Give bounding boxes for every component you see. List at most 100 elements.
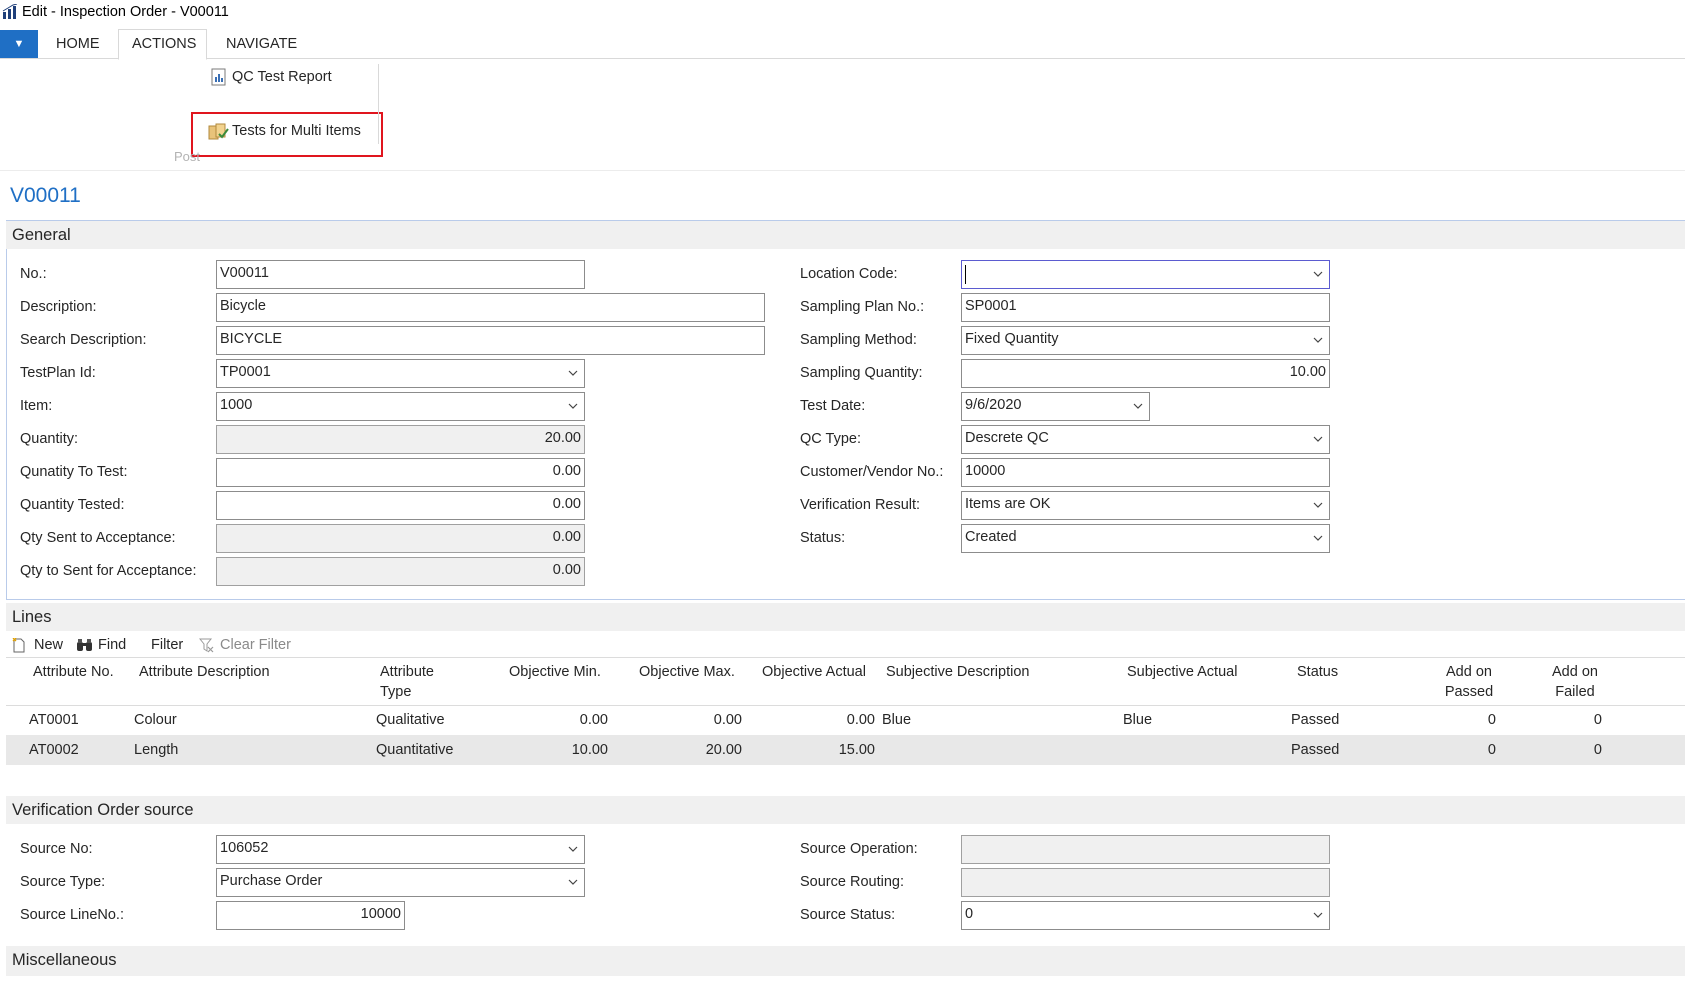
qc-type-value: Descrete QC — [965, 430, 1049, 446]
qty-tested-field[interactable]: 0.00 — [216, 491, 585, 520]
source-type-label: Source Type: — [20, 874, 106, 890]
sampling-method-dropdown[interactable]: Fixed Quantity — [961, 326, 1330, 355]
search-description-label: Search Description: — [20, 332, 147, 348]
cell-objective-actual: 0.00 — [846, 712, 875, 728]
cell-objective-max: 0.00 — [713, 712, 742, 728]
col-attribute-type-line2: Type — [380, 684, 412, 700]
qc-type-dropdown[interactable]: Descrete QC — [961, 425, 1330, 454]
verification-source-section-header[interactable]: Verification Order source — [6, 796, 1685, 824]
cell-objective-min: 10.00 — [571, 742, 608, 758]
col-objective-actual[interactable]: Objective Actual — [762, 662, 866, 682]
col-status[interactable]: Status — [1297, 662, 1338, 682]
filter-button[interactable]: Filter — [151, 637, 183, 653]
app-chart-icon — [2, 4, 18, 20]
cell-attribute-type: Quantitative — [376, 742, 454, 758]
new-label: New — [34, 637, 64, 653]
page-title: V00011 — [10, 184, 81, 207]
miscellaneous-section-header[interactable]: Miscellaneous — [6, 946, 1685, 976]
col-add-on-failed-line1: Add on — [1552, 664, 1598, 680]
testplan-id-dropdown[interactable]: TP0001 — [216, 359, 585, 388]
chevron-down-icon — [1313, 436, 1323, 442]
cell-add-on-passed: 0 — [1487, 742, 1496, 758]
quantity-field: 20.00 — [216, 425, 585, 454]
app-menu-button[interactable]: ▼ — [0, 30, 38, 58]
item-dropdown[interactable]: 1000 — [216, 392, 585, 421]
ribbon-separator — [378, 64, 379, 144]
col-add-on-passed[interactable]: Add on Passed — [1444, 662, 1494, 702]
col-objective-min[interactable]: Objective Min. — [509, 662, 601, 682]
col-attribute-no[interactable]: Attribute No. — [33, 662, 114, 682]
clear-filter-icon — [199, 638, 214, 653]
verification-result-dropdown[interactable]: Items are OK — [961, 491, 1330, 520]
qty-to-sent-acceptance-label: Qty to Sent for Acceptance: — [20, 563, 197, 579]
col-attribute-description[interactable]: Attribute Description — [139, 662, 270, 682]
source-status-dropdown[interactable]: 0 — [961, 901, 1330, 930]
source-no-value: 106052 — [220, 840, 269, 856]
chevron-down-icon — [1313, 912, 1323, 918]
general-section-header[interactable]: General — [6, 221, 1685, 249]
source-routing-label: Source Routing: — [800, 874, 904, 890]
col-subjective-actual[interactable]: Subjective Actual — [1127, 662, 1237, 682]
search-description-field[interactable]: BICYCLE — [216, 326, 765, 355]
col-attribute-type[interactable]: Attribute Type — [380, 662, 434, 702]
report-icon — [211, 68, 226, 86]
col-add-on-failed-line2: Failed — [1555, 684, 1595, 700]
qc-type-label: QC Type: — [800, 431, 861, 447]
col-add-on-failed[interactable]: Add on Failed — [1550, 662, 1600, 702]
qty-sent-acceptance-label: Qty Sent to Acceptance: — [20, 530, 176, 546]
tab-home[interactable]: HOME — [56, 36, 100, 52]
qty-to-test-label: Qunatity To Test: — [20, 464, 128, 480]
source-type-value: Purchase Order — [220, 873, 323, 889]
qty-tested-label: Quantity Tested: — [20, 497, 125, 513]
cell-attribute-description: Length — [134, 742, 179, 758]
verification-result-label: Verification Result: — [800, 497, 921, 513]
tab-actions[interactable]: ACTIONS — [132, 36, 196, 52]
general-header-label: General — [12, 226, 71, 244]
customer-vendor-no-field[interactable]: 10000 — [961, 458, 1330, 487]
sampling-quantity-field[interactable]: 10.00 — [961, 359, 1330, 388]
source-line-no-label: Source LineNo.: — [20, 907, 124, 923]
test-date-label: Test Date: — [800, 398, 866, 414]
cell-status: Passed — [1291, 742, 1340, 758]
testplan-id-label: TestPlan Id: — [20, 365, 96, 381]
testplan-id-value: TP0001 — [220, 364, 271, 380]
location-code-dropdown[interactable] — [961, 260, 1330, 289]
cell-attribute-type: Qualitative — [376, 712, 445, 728]
grid-top-divider — [6, 657, 1685, 658]
cell-add-on-failed: 0 — [1593, 742, 1602, 758]
lines-section-header[interactable]: Lines — [6, 603, 1685, 631]
sampling-plan-no-field[interactable]: SP0001 — [961, 293, 1330, 322]
ribbon-group-label-post: Post — [174, 149, 201, 164]
find-label: Find — [98, 637, 127, 653]
test-date-picker[interactable]: 9/6/2020 — [961, 392, 1150, 421]
status-dropdown[interactable]: Created — [961, 524, 1330, 553]
col-add-on-passed-line2: Passed — [1444, 684, 1494, 700]
cell-objective-actual: 15.00 — [838, 742, 875, 758]
text-caret — [965, 265, 966, 284]
source-operation-label: Source Operation: — [800, 841, 918, 857]
description-field[interactable]: Bicycle — [216, 293, 765, 322]
new-document-icon — [12, 638, 25, 653]
qc-test-report-label: QC Test Report — [232, 69, 332, 85]
no-field[interactable]: V00011 — [216, 260, 585, 289]
customer-vendor-no-label: Customer/Vendor No.: — [800, 464, 944, 480]
qty-sent-acceptance-field: 0.00 — [216, 524, 585, 553]
col-add-on-passed-line1: Add on — [1446, 664, 1492, 680]
sampling-method-value: Fixed Quantity — [965, 331, 1059, 347]
ribbon-divider — [0, 170, 1685, 171]
chevron-down-icon — [1313, 271, 1323, 277]
item-value: 1000 — [220, 397, 253, 413]
source-line-no-field[interactable]: 10000 — [216, 901, 405, 930]
title-bar: Edit - Inspection Order - V00011 — [0, 0, 1685, 26]
source-type-dropdown[interactable]: Purchase Order — [216, 868, 585, 897]
no-label: No.: — [20, 266, 47, 282]
col-objective-max[interactable]: Objective Max. — [639, 662, 735, 682]
sampling-plan-no-label: Sampling Plan No.: — [800, 299, 925, 315]
col-subjective-description[interactable]: Subjective Description — [886, 662, 1029, 682]
qty-to-test-field[interactable]: 0.00 — [216, 458, 585, 487]
cell-attribute-no: AT0001 — [29, 712, 79, 728]
source-no-dropdown[interactable]: 106052 — [216, 835, 585, 864]
cell-status: Passed — [1291, 712, 1340, 728]
clear-filter-label: Clear Filter — [220, 637, 291, 653]
tab-navigate[interactable]: NAVIGATE — [226, 36, 297, 52]
